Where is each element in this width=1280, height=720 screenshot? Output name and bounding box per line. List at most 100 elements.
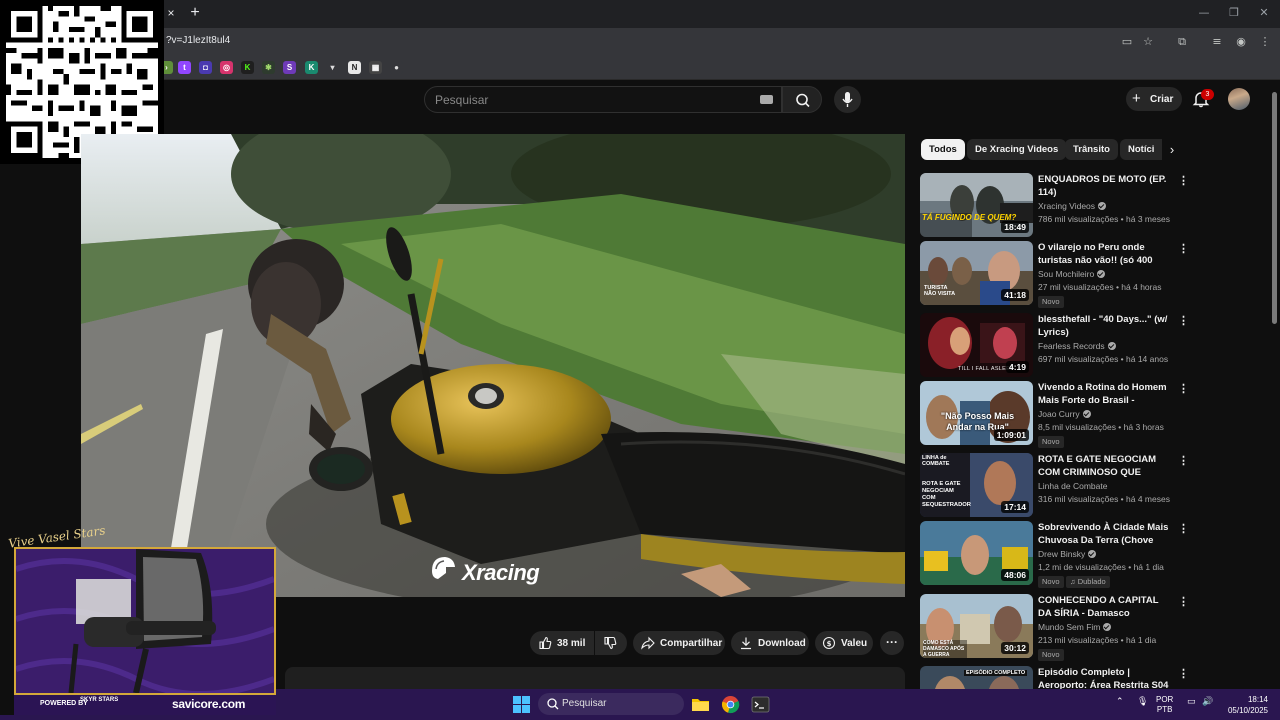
github-icon[interactable]: ●	[390, 61, 403, 74]
video-title[interactable]: ROTA E GATE NEGOCIAM COM CRIMINOSO QUE M…	[1038, 453, 1172, 479]
browser-menu-icon[interactable]: ⋮	[1257, 34, 1273, 50]
volume-icon[interactable]: 🔊	[1202, 697, 1213, 707]
bookmark-star-icon[interactable]: ☆	[1140, 34, 1156, 50]
network-icon[interactable]: ▭	[1187, 697, 1196, 707]
recommended-video[interactable]: 48:06 Sobrevivendo À Cidade Mais Chuvosa…	[920, 521, 1189, 588]
more-options-icon[interactable]: ⋮	[1178, 596, 1189, 608]
more-options-icon[interactable]: ⋮	[1178, 315, 1189, 327]
video-thumbnail[interactable]: 48:06	[920, 521, 1033, 585]
notification-count-badge: 3	[1201, 89, 1214, 100]
recommended-video[interactable]: COMO ESTÁ DAMASCO APÓS A GUERRA 30:12 CO…	[920, 594, 1189, 661]
video-thumbnail[interactable]: COMO ESTÁ DAMASCO APÓS A GUERRA 30:12	[920, 594, 1033, 658]
page-scrollbar[interactable]	[1272, 92, 1277, 324]
maximize-icon[interactable]: ❐	[1226, 6, 1242, 20]
more-options-icon[interactable]: ⋮	[1178, 383, 1189, 395]
recommended-video[interactable]: EPISÓDIO COMPLETO Episódio Completo | Ae…	[920, 666, 1186, 689]
taskbar-search-input[interactable]: Pesquisar	[538, 693, 684, 715]
video-title[interactable]: CONHECENDO A CAPITAL DA SÍRIA - Damasco	[1038, 594, 1172, 620]
search-input[interactable]: Pesquisar	[424, 86, 782, 113]
keyboard-layout: PTB	[1156, 705, 1173, 714]
channel-name[interactable]: Linha de Combate	[1038, 481, 1107, 491]
system-clock[interactable]: 18:14 05/10/2025	[1222, 694, 1268, 716]
chrome-icon[interactable]	[721, 695, 740, 714]
more-actions-button[interactable]: ···	[880, 631, 904, 655]
voice-search-button[interactable]	[834, 86, 861, 113]
media-control-icon[interactable]: ≡	[1209, 34, 1225, 50]
kick-icon[interactable]: K	[241, 61, 254, 74]
instagram-icon[interactable]: ◎	[220, 61, 233, 74]
channel-name[interactable]: Drew Binsky	[1038, 549, 1097, 559]
video-title[interactable]: Vivendo a Rotina do Homem Mais Forte do …	[1038, 381, 1172, 407]
channel-name[interactable]: Mundo Sem Fim	[1038, 622, 1112, 632]
chip-channel[interactable]: De Xracing Videos	[967, 139, 1067, 160]
like-button[interactable]: 38 mil	[530, 631, 594, 655]
recommended-video[interactable]: TURISTA NÃO VISITA 41:18 O vilarejo no P…	[920, 241, 1189, 308]
profile-icon[interactable]: ◉	[1233, 34, 1249, 50]
download-button[interactable]: Download	[731, 631, 809, 655]
chip-traffic[interactable]: Trânsito	[1065, 139, 1118, 160]
twitch-icon[interactable]: t	[178, 61, 191, 74]
description-panel[interactable]	[285, 667, 905, 689]
video-player[interactable]	[81, 134, 905, 597]
video-thumbnail[interactable]: LINHA de COMBATE ROTA E GATE NEGOCIAM CO…	[920, 453, 1033, 517]
search-button[interactable]	[782, 86, 822, 113]
more-options-icon[interactable]: ⋮	[1178, 243, 1189, 255]
recommended-video[interactable]: LINHA de COMBATE ROTA E GATE NEGOCIAM CO…	[920, 453, 1189, 517]
bookmark-2-icon[interactable]: ◘	[199, 61, 212, 74]
more-options-icon[interactable]: ⋮	[1178, 523, 1189, 535]
tray-chevron-icon[interactable]: ⌃	[1116, 697, 1124, 707]
keyboard-icon[interactable]	[760, 95, 773, 104]
share-button[interactable]: Compartilhar	[633, 631, 725, 655]
windows-start-icon[interactable]	[513, 696, 530, 713]
video-thumbnail[interactable]: TILL I FALL ASLEEP 4:19	[920, 313, 1033, 377]
video-title[interactable]: blessthefall - "40 Days..." (w/ Lyrics)	[1038, 313, 1172, 339]
recommended-video[interactable]: "Não Posso Mais Andar na Rua" 1:09:01 Vi…	[920, 381, 1189, 448]
thanks-button[interactable]: $ Valeu	[815, 631, 873, 655]
url-field[interactable]: ?v=J1lezIt8ul4	[166, 35, 230, 46]
extension-icon[interactable]: ✱	[262, 61, 275, 74]
video-title[interactable]: Sobrevivendo À Cidade Mais Chuvosa Da Te…	[1038, 521, 1172, 547]
k-app-icon[interactable]: K	[305, 61, 318, 74]
video-thumbnail[interactable]: TÁ FUGINDO DE QUEM? 18:49	[920, 173, 1033, 237]
video-title[interactable]: ENQUADROS DE MOTO (EP. 114)	[1038, 173, 1172, 199]
extensions-icon[interactable]: ⧉	[1174, 34, 1190, 50]
recommended-video[interactable]: TILL I FALL ASLEEP 4:19 blessthefall - "…	[920, 313, 1189, 377]
chevron-icon[interactable]: ▾	[326, 61, 339, 74]
share-label: Compartilhar	[660, 638, 723, 649]
video-title[interactable]: Episódio Completo | Aeroporto: Área Rest…	[1038, 666, 1172, 689]
chevron-right-icon[interactable]: ›	[1164, 142, 1180, 158]
chip-all[interactable]: Todos	[921, 139, 965, 160]
close-window-icon[interactable]: ✕	[1256, 6, 1272, 20]
notion-icon[interactable]: N	[348, 61, 361, 74]
account-avatar[interactable]	[1228, 88, 1250, 110]
tab-close-icon[interactable]: ×	[164, 6, 178, 20]
channel-name[interactable]: Xracing Videos	[1038, 201, 1107, 211]
video-thumbnail[interactable]: "Não Posso Mais Andar na Rua" 1:09:01	[920, 381, 1033, 445]
minimize-icon[interactable]: —	[1196, 6, 1212, 20]
video-thumbnail[interactable]: TURISTA NÃO VISITA 41:18	[920, 241, 1033, 305]
chip-news[interactable]: Notíci	[1120, 139, 1162, 160]
recommended-video[interactable]: TÁ FUGINDO DE QUEM? 18:49 ENQUADROS DE M…	[920, 173, 1189, 237]
more-options-icon[interactable]: ⋮	[1178, 455, 1189, 467]
video-title[interactable]: O vilarejo no Peru onde turistas não vão…	[1038, 241, 1172, 267]
create-button[interactable]: + Criar	[1126, 87, 1182, 111]
app-icon[interactable]: ▦	[369, 61, 382, 74]
channel-name[interactable]: Joao Curry	[1038, 409, 1091, 419]
input-language[interactable]: POR PTB	[1156, 695, 1173, 715]
channel-name[interactable]: Fearless Records	[1038, 341, 1116, 351]
channel-name-text: Sou Mochileiro	[1038, 269, 1095, 279]
channel-name[interactable]: Sou Mochileiro	[1038, 269, 1106, 279]
s-app-icon[interactable]: S	[283, 61, 296, 74]
channel-name-text: Drew Binsky	[1038, 549, 1086, 559]
new-tab-button[interactable]: +	[187, 4, 203, 22]
microphone-tray-icon[interactable]: 🎙	[1137, 697, 1148, 707]
cast-icon[interactable]: ▭	[1119, 34, 1135, 50]
new-badge: Novo	[1038, 436, 1064, 448]
terminal-icon[interactable]	[751, 695, 770, 714]
dislike-button[interactable]	[595, 631, 627, 655]
file-explorer-icon[interactable]	[691, 695, 710, 714]
more-options-icon[interactable]: ⋮	[1178, 175, 1189, 187]
more-options-icon[interactable]: ⋮	[1178, 668, 1186, 680]
chip-news-clip: Notíci	[1120, 139, 1162, 160]
video-thumbnail[interactable]: EPISÓDIO COMPLETO	[920, 666, 1033, 689]
